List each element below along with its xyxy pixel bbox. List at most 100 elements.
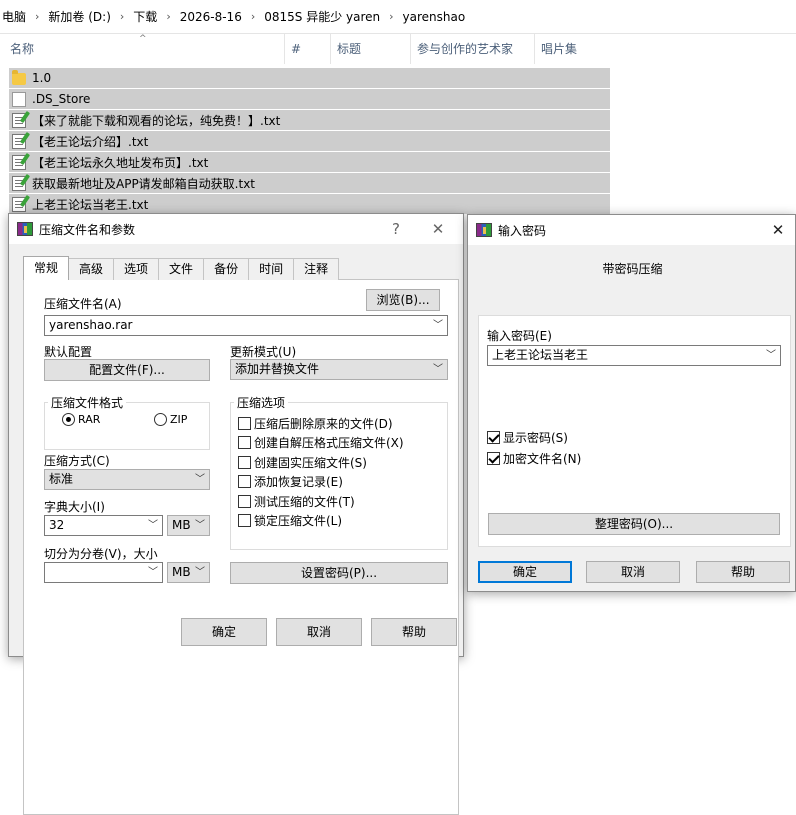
help-button[interactable]: 帮助 (696, 561, 790, 583)
dictionary-size-value: 32 (49, 518, 65, 532)
option-label: 创建自解压格式压缩文件(X) (254, 436, 404, 450)
update-mode-select[interactable]: 添加并替换文件 ﹀ (230, 359, 448, 380)
chevron-down-icon[interactable]: ﹀ (148, 516, 158, 535)
cancel-button[interactable]: 取消 (276, 618, 362, 646)
column-header-artist[interactable]: 参与创作的艺术家 (410, 34, 534, 64)
folder-icon (12, 70, 26, 85)
method-value: 标准 (49, 472, 74, 486)
format-group-title: 压缩文件格式 (48, 394, 127, 411)
dialog-title: 输入密码 (498, 223, 547, 238)
breadcrumb-item[interactable]: 新加卷 (D:) (48, 8, 110, 25)
checkbox-icon (238, 475, 251, 488)
cancel-button[interactable]: 取消 (586, 561, 680, 583)
checkbox-icon (238, 495, 251, 508)
file-row[interactable]: 【老王论坛介绍】.txt (9, 131, 610, 151)
option-label: 创建固实压缩文件(S) (254, 456, 367, 470)
tab-strip: 常规 高级 选项 文件 备份 时间 注释 (23, 256, 340, 280)
password-panel: 输入密码(E) 上老王论坛当老王 ﹀ 显示密码(S) 加密文件名(N) 整理密码… (478, 315, 791, 547)
title-bar[interactable]: 压缩文件名和参数 ? ✕ (9, 214, 463, 244)
chevron-down-icon[interactable]: ﹀ (766, 346, 776, 365)
option-delete-after[interactable]: 压缩后删除原来的文件(D) (238, 415, 393, 432)
breadcrumb-item[interactable]: 0815S 异能少 yaren (264, 8, 380, 25)
file-row[interactable]: 【老王论坛永久地址发布页】.txt (9, 152, 610, 172)
breadcrumb-item[interactable]: 电脑 (2, 8, 26, 25)
encrypt-filenames-label: 加密文件名(N) (503, 452, 582, 466)
method-label: 压缩方式(C) (44, 454, 110, 468)
dialog-title: 压缩文件名和参数 (39, 222, 136, 237)
radio-selected-icon (62, 413, 75, 426)
chevron-down-icon: ﹀ (195, 567, 205, 578)
tab-backup[interactable]: 备份 (203, 258, 250, 280)
format-rar-radio[interactable]: RAR (62, 413, 100, 426)
address-bar[interactable]: 电脑 › 新加卷 (D:) › 下载 › 2026-8-16 › 0815S 异… (0, 0, 796, 34)
breadcrumb-item[interactable]: yarenshao (403, 10, 466, 24)
archive-name-input[interactable]: yarenshao.rar ﹀ (44, 315, 448, 336)
tab-general[interactable]: 常规 (23, 256, 70, 280)
chevron-down-icon[interactable]: ﹀ (148, 563, 158, 582)
file-row[interactable]: 1.0 (9, 68, 610, 88)
help-button[interactable]: 帮助 (371, 618, 457, 646)
option-lock[interactable]: 锁定压缩文件(L) (238, 512, 342, 529)
text-file-icon (12, 196, 26, 212)
option-test[interactable]: 测试压缩的文件(T) (238, 493, 355, 510)
checkbox-checked-icon (487, 452, 500, 465)
breadcrumb-item[interactable]: 下载 (133, 8, 157, 25)
close-icon[interactable]: ✕ (423, 214, 453, 244)
help-icon[interactable]: ? (381, 214, 411, 244)
winrar-icon (17, 222, 33, 236)
file-row[interactable]: 获取最新地址及APP请发邮箱自动获取.txt (9, 173, 610, 193)
ok-button[interactable]: 确定 (478, 561, 572, 583)
checkbox-checked-icon (487, 431, 500, 444)
profiles-button[interactable]: 配置文件(F)... (44, 359, 210, 381)
archive-params-dialog: 压缩文件名和参数 ? ✕ 压缩文件名(A) 浏览(B)... yarenshao… (8, 213, 464, 815)
split-volume-input[interactable]: ﹀ (44, 562, 163, 583)
close-icon[interactable]: ✕ (763, 215, 793, 245)
option-solid[interactable]: 创建固实压缩文件(S) (238, 454, 367, 471)
show-password-label: 显示密码(S) (503, 431, 568, 445)
option-sfx[interactable]: 创建自解压格式压缩文件(X) (238, 434, 404, 451)
dictionary-size-input[interactable]: 32 ﹀ (44, 515, 163, 536)
file-row[interactable]: 【来了就能下载和观看的论坛，纯免费！】.txt (9, 110, 610, 130)
text-file-icon (12, 133, 26, 149)
update-mode-value: 添加并替换文件 (235, 362, 320, 376)
format-zip-radio[interactable]: ZIP (154, 413, 187, 426)
title-bar[interactable]: 输入密码 ✕ (468, 215, 795, 245)
tab-advanced[interactable]: 高级 (68, 258, 115, 280)
split-unit-select[interactable]: MB ﹀ (167, 562, 210, 583)
checkbox-icon (238, 456, 251, 469)
split-unit-value: MB (172, 565, 191, 579)
text-file-icon (12, 175, 26, 191)
encrypt-filenames-checkbox[interactable]: 加密文件名(N) (487, 450, 581, 467)
breadcrumb-item[interactable]: 2026-8-16 (180, 10, 242, 24)
show-password-checkbox[interactable]: 显示密码(S) (487, 429, 568, 446)
file-name: 【来了就能下载和观看的论坛，纯免费！】.txt (32, 113, 281, 128)
browse-button[interactable]: 浏览(B)... (366, 289, 440, 311)
chevron-down-icon[interactable]: ﹀ (433, 316, 443, 335)
tab-comment[interactable]: 注释 (293, 258, 340, 280)
ok-button[interactable]: 确定 (181, 618, 267, 646)
file-icon (12, 91, 26, 107)
option-label: 锁定压缩文件(L) (254, 514, 343, 528)
option-recovery-record[interactable]: 添加恢复记录(E) (238, 473, 343, 490)
option-label: 添加恢复记录(E) (254, 475, 343, 489)
text-file-icon (12, 112, 26, 128)
dictionary-unit-select[interactable]: MB ﹀ (167, 515, 210, 536)
column-header-album[interactable]: 唱片集 (534, 34, 612, 64)
method-select[interactable]: 标准 ﹀ (44, 469, 210, 490)
file-row[interactable]: .DS_Store (9, 89, 610, 109)
tab-time[interactable]: 时间 (248, 258, 295, 280)
file-row[interactable]: 上老王论坛当老王.txt (9, 194, 610, 214)
password-input[interactable]: 上老王论坛当老王 ﹀ (487, 345, 781, 366)
default-profile-label: 默认配置 (44, 345, 93, 359)
password-heading: 带密码压缩 (602, 262, 663, 276)
set-password-button[interactable]: 设置密码(P)... (230, 562, 448, 584)
organize-passwords-button[interactable]: 整理密码(O)... (488, 513, 780, 535)
tab-options[interactable]: 选项 (113, 258, 160, 280)
column-header-title[interactable]: 标题 (330, 34, 410, 64)
file-name: 【老王论坛永久地址发布页】.txt (32, 155, 209, 170)
column-header-number[interactable]: # (284, 34, 330, 64)
tab-files[interactable]: 文件 (158, 258, 205, 280)
checkbox-icon (238, 417, 251, 430)
column-headers: 名称 # 标题 参与创作的艺术家 唱片集 (0, 34, 612, 64)
option-label: 测试压缩的文件(T) (254, 495, 355, 509)
